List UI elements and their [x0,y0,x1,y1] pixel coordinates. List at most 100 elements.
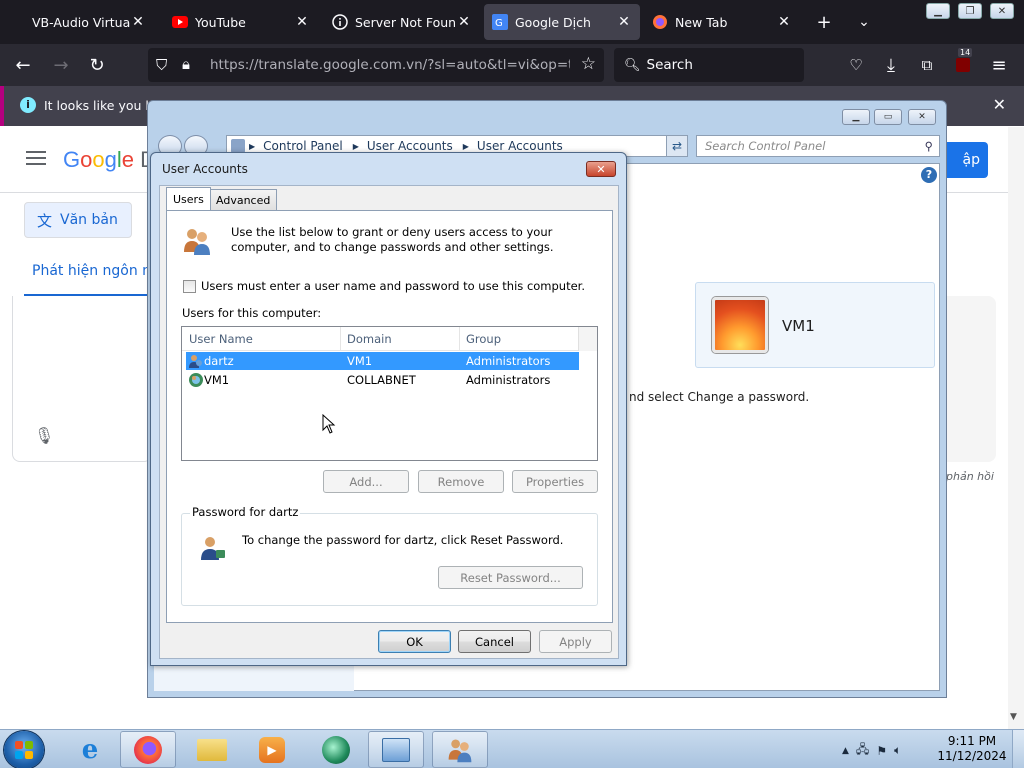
detect-language-tab[interactable]: Phát hiện ngôn ng [32,263,160,279]
list-scrollbar[interactable] [578,327,597,351]
close-icon[interactable]: ✕ [776,14,792,30]
apply-button[interactable]: Apply [539,630,612,653]
shield-icon[interactable]: ⛉ [156,56,167,74]
extensions-puzzle-icon[interactable]: ⧉ [914,52,940,78]
url-bar[interactable]: ⛉ 🔒︎ https://translate.google.com.vn/?sl… [148,48,604,82]
users-icon [184,229,210,255]
file-explorer-icon[interactable] [184,731,240,768]
control-panel-icon [231,139,245,153]
tab-advanced[interactable]: Advanced [209,189,278,210]
feedback-link[interactable]: phản hồi [946,470,994,483]
close-icon[interactable]: ✕ [130,14,146,30]
show-desktop-button[interactable] [1012,730,1024,768]
svg-text:G: G [495,18,503,29]
change-password-hint: nd select Change a password. [629,390,810,404]
require-password-checkbox[interactable]: Users must enter a user name and passwor… [183,279,585,293]
google-logo[interactable]: Google D [63,147,156,173]
breadcrumb-user-accounts[interactable]: User Accounts [367,139,453,153]
tab-vb-audio[interactable]: VB-Audio Virtual Ap ✕ [24,4,154,40]
clock-date: 11/12/2024 [937,749,1007,763]
navigation-toolbar: ← → ↻ ⛉ 🔒︎ https://translate.google.com.… [0,44,1024,86]
user-name: dartz [204,354,234,368]
tab-youtube[interactable]: YouTube ✕ [164,4,318,40]
reset-password-button[interactable]: Reset Password... [438,566,583,589]
close-window-button[interactable]: ✕ [990,3,1014,19]
network-icon[interactable]: 🖧︎ [856,740,869,761]
bookmark-star-icon[interactable]: ☆ [581,54,596,74]
restore-button[interactable]: ❐ [958,3,982,19]
lock-icon[interactable]: 🔒︎ [182,55,190,73]
sign-in-button[interactable]: ập [940,142,988,178]
password-group-label: Password for dartz [190,505,301,519]
breadcrumb-user-accounts-current[interactable]: User Accounts [477,139,563,153]
breadcrumb-control-panel[interactable]: Control Panel [263,139,343,153]
tab-google-dich[interactable]: G Google Dịch ✕ [484,4,640,40]
refresh-icon[interactable]: ⇄ [666,135,688,157]
user-password-icon [201,537,225,560]
ublock-extension-icon[interactable]: 14 [950,48,976,78]
tab-new-tab[interactable]: New Tab ✕ [644,4,800,40]
url-text: https://translate.google.com.vn/?sl=auto… [210,57,570,73]
user-accounts-taskbar-icon[interactable] [432,731,488,768]
close-icon[interactable]: ✕ [993,95,1006,114]
firefox-taskbar-icon[interactable] [120,731,176,768]
domain-user-icon [189,373,203,387]
account-picture[interactable] [712,297,768,353]
pocket-icon[interactable]: ♡ [843,52,869,78]
user-domain: COLLABNET [347,373,416,387]
list-item[interactable]: dartz VM1 Administrators [186,352,579,370]
close-window-button[interactable]: ✕ [908,109,936,125]
checkbox-box[interactable] [183,279,196,293]
column-group[interactable]: Group [466,332,501,346]
search-box[interactable]: 🔍︎ Search [614,48,804,82]
internet-explorer-icon[interactable]: e [62,731,118,768]
main-menu-icon[interactable] [26,151,46,169]
require-password-label: Users must enter a user name and passwor… [201,279,586,293]
menu-hamburger-icon[interactable]: ≡ [986,52,1012,78]
help-icon[interactable]: ? [921,167,937,183]
show-hidden-icons-chevron-icon[interactable]: ▲ [842,746,849,756]
add-user-button[interactable]: Add... [323,470,409,493]
media-player-icon[interactable]: ▶ [244,731,300,768]
list-tabs-chevron-icon[interactable]: ⌄ [852,10,876,34]
volume-icon[interactable]: 🔈︎ [894,743,901,758]
user-icon [189,355,202,368]
maximize-button[interactable]: ▭ [874,109,902,125]
app-taskbar-icon[interactable] [308,731,364,768]
minimize-button[interactable]: ▁ [926,3,950,19]
control-panel-taskbar-icon[interactable] [368,731,424,768]
close-dialog-button[interactable]: ✕ [586,161,616,177]
download-icon[interactable]: ⤓ [878,52,904,78]
text-mode-button[interactable]: 文 Văn bản [24,202,132,238]
minimize-button[interactable]: ▁ [842,109,870,125]
column-user-name[interactable]: User Name [189,332,253,346]
column-domain[interactable]: Domain [347,332,392,346]
new-tab-button[interactable]: + [812,10,836,34]
page-scrollbar[interactable] [1008,127,1024,729]
back-arrow-icon[interactable]: ← [10,52,36,78]
microphone-icon[interactable]: 🎙︎ [34,426,54,445]
translate-icon: 文 [37,211,53,230]
reload-icon[interactable]: ↻ [84,52,110,78]
properties-button[interactable]: Properties [512,470,598,493]
search-control-panel-input[interactable]: Search Control Panel ⚲ [696,135,940,157]
ok-button[interactable]: OK [378,630,451,653]
close-icon[interactable]: ✕ [616,14,632,30]
remove-user-button[interactable]: Remove [418,470,504,493]
close-icon[interactable]: ✕ [456,14,472,30]
tab-users[interactable]: Users [166,187,211,210]
start-button[interactable] [4,731,44,768]
user-domain: VM1 [347,354,373,368]
cancel-button[interactable]: Cancel [458,630,531,653]
clock[interactable]: 9:11 PM 11/12/2024 [934,734,1010,764]
tab-server-not-found[interactable]: Server Not Found ✕ [324,4,480,40]
scroll-down-arrow-icon[interactable]: ▼ [1010,712,1017,722]
close-icon[interactable]: ✕ [294,14,310,30]
action-center-flag-icon[interactable]: ⚑ [876,744,887,758]
source-text-box[interactable] [12,296,152,462]
users-list[interactable]: User Name Domain Group dartz VM1 Adminis… [181,326,598,461]
clock-time: 9:11 PM [947,734,997,748]
list-item[interactable]: VM1 COLLABNET Administrators [186,371,579,389]
intro-text: Use the list below to grant or deny user… [231,225,554,254]
forward-arrow-icon[interactable]: → [48,52,74,78]
